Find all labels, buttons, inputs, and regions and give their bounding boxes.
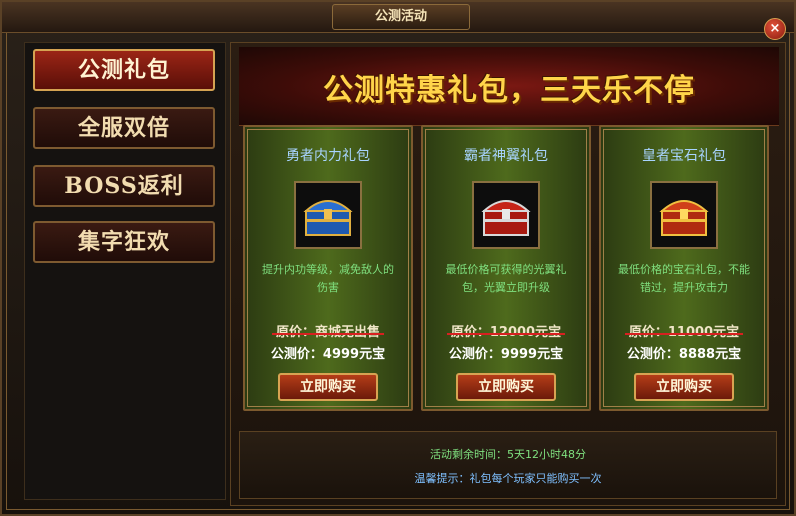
package-description: 最低价格的宝石礼包，不能错过，提升攻击力	[618, 263, 750, 294]
time-remaining: 活动剩余时间：5天12小时48分	[430, 448, 586, 461]
original-price-text: 原价：12000元宝	[450, 325, 562, 340]
purchase-tip: 温馨提示：礼包每个玩家只能购买一次	[414, 472, 602, 485]
sale-price: 公测价：9999元宝	[448, 347, 564, 362]
window-title: 公测活动	[332, 4, 470, 30]
banner-title: 公测特惠礼包，三天乐不停	[323, 73, 695, 108]
package-name: 霸者神翼礼包	[464, 148, 548, 164]
sale-price: 公测价：8888元宝	[626, 347, 742, 362]
title-bar: 公测活动	[2, 2, 794, 33]
package-icon-slot[interactable]	[472, 181, 540, 249]
main-panel: 公测特惠礼包，三天乐不停 勇者内力礼包 提升内功等级，减免敌人的伤害 原价：商城…	[230, 42, 786, 506]
package-icon-slot[interactable]	[294, 181, 362, 249]
original-price-text: 原价：11000元宝	[628, 325, 740, 340]
buy-now-button[interactable]: 立即购买	[456, 373, 556, 401]
original-price-text: 原价：商城无出售	[275, 325, 380, 340]
tab-server-double[interactable]: 全服双倍	[33, 107, 215, 149]
package-name: 勇者内力礼包	[286, 148, 370, 164]
tab-public-test-gift[interactable]: 公测礼包	[33, 49, 215, 91]
close-button[interactable]: ×	[764, 18, 786, 40]
original-price: 原价：商城无出售	[245, 321, 411, 340]
promo-banner: 公测特惠礼包，三天乐不停	[239, 47, 779, 126]
original-price: 原价：11000元宝	[601, 321, 767, 340]
tab-boss-rebate[interactable]: BOSS返利	[33, 165, 215, 207]
treasure-chest-red-gold-icon	[659, 200, 709, 236]
package-description: 提升内功等级，减免敌人的伤害	[262, 263, 394, 294]
treasure-chest-red-silver-icon	[481, 200, 531, 236]
treasure-chest-blue-icon	[303, 200, 353, 236]
original-price: 原价：12000元宝	[423, 321, 589, 340]
sidebar: 公测礼包 全服双倍 BOSS返利 集字狂欢	[24, 42, 226, 500]
package-icon-slot[interactable]	[650, 181, 718, 249]
buy-now-button[interactable]: 立即购买	[634, 373, 734, 401]
package-card: 皇者宝石礼包 最低价格的宝石礼包，不能错过，提升攻击力 原价：11000元宝 公…	[599, 125, 769, 411]
info-footer: 活动剩余时间：5天12小时48分 温馨提示：礼包每个玩家只能购买一次	[239, 431, 777, 499]
tab-collect-words[interactable]: 集字狂欢	[33, 221, 215, 263]
activity-window: 公测活动 × 公测礼包 全服双倍 BOSS返利 集字狂欢 公测特惠礼包，三天乐不…	[0, 0, 796, 516]
buy-now-button[interactable]: 立即购买	[278, 373, 378, 401]
package-name: 皇者宝石礼包	[642, 148, 726, 164]
package-description: 最低价格可获得的光翼礼包，光翼立即升级	[445, 263, 567, 294]
package-card: 勇者内力礼包 提升内功等级，减免敌人的伤害 原价：商城无出售 公测价：4999元…	[243, 125, 413, 411]
package-card: 霸者神翼礼包 最低价格可获得的光翼礼包，光翼立即升级 原价：12000元宝 公测…	[421, 125, 591, 411]
sale-price: 公测价：4999元宝	[270, 347, 386, 362]
